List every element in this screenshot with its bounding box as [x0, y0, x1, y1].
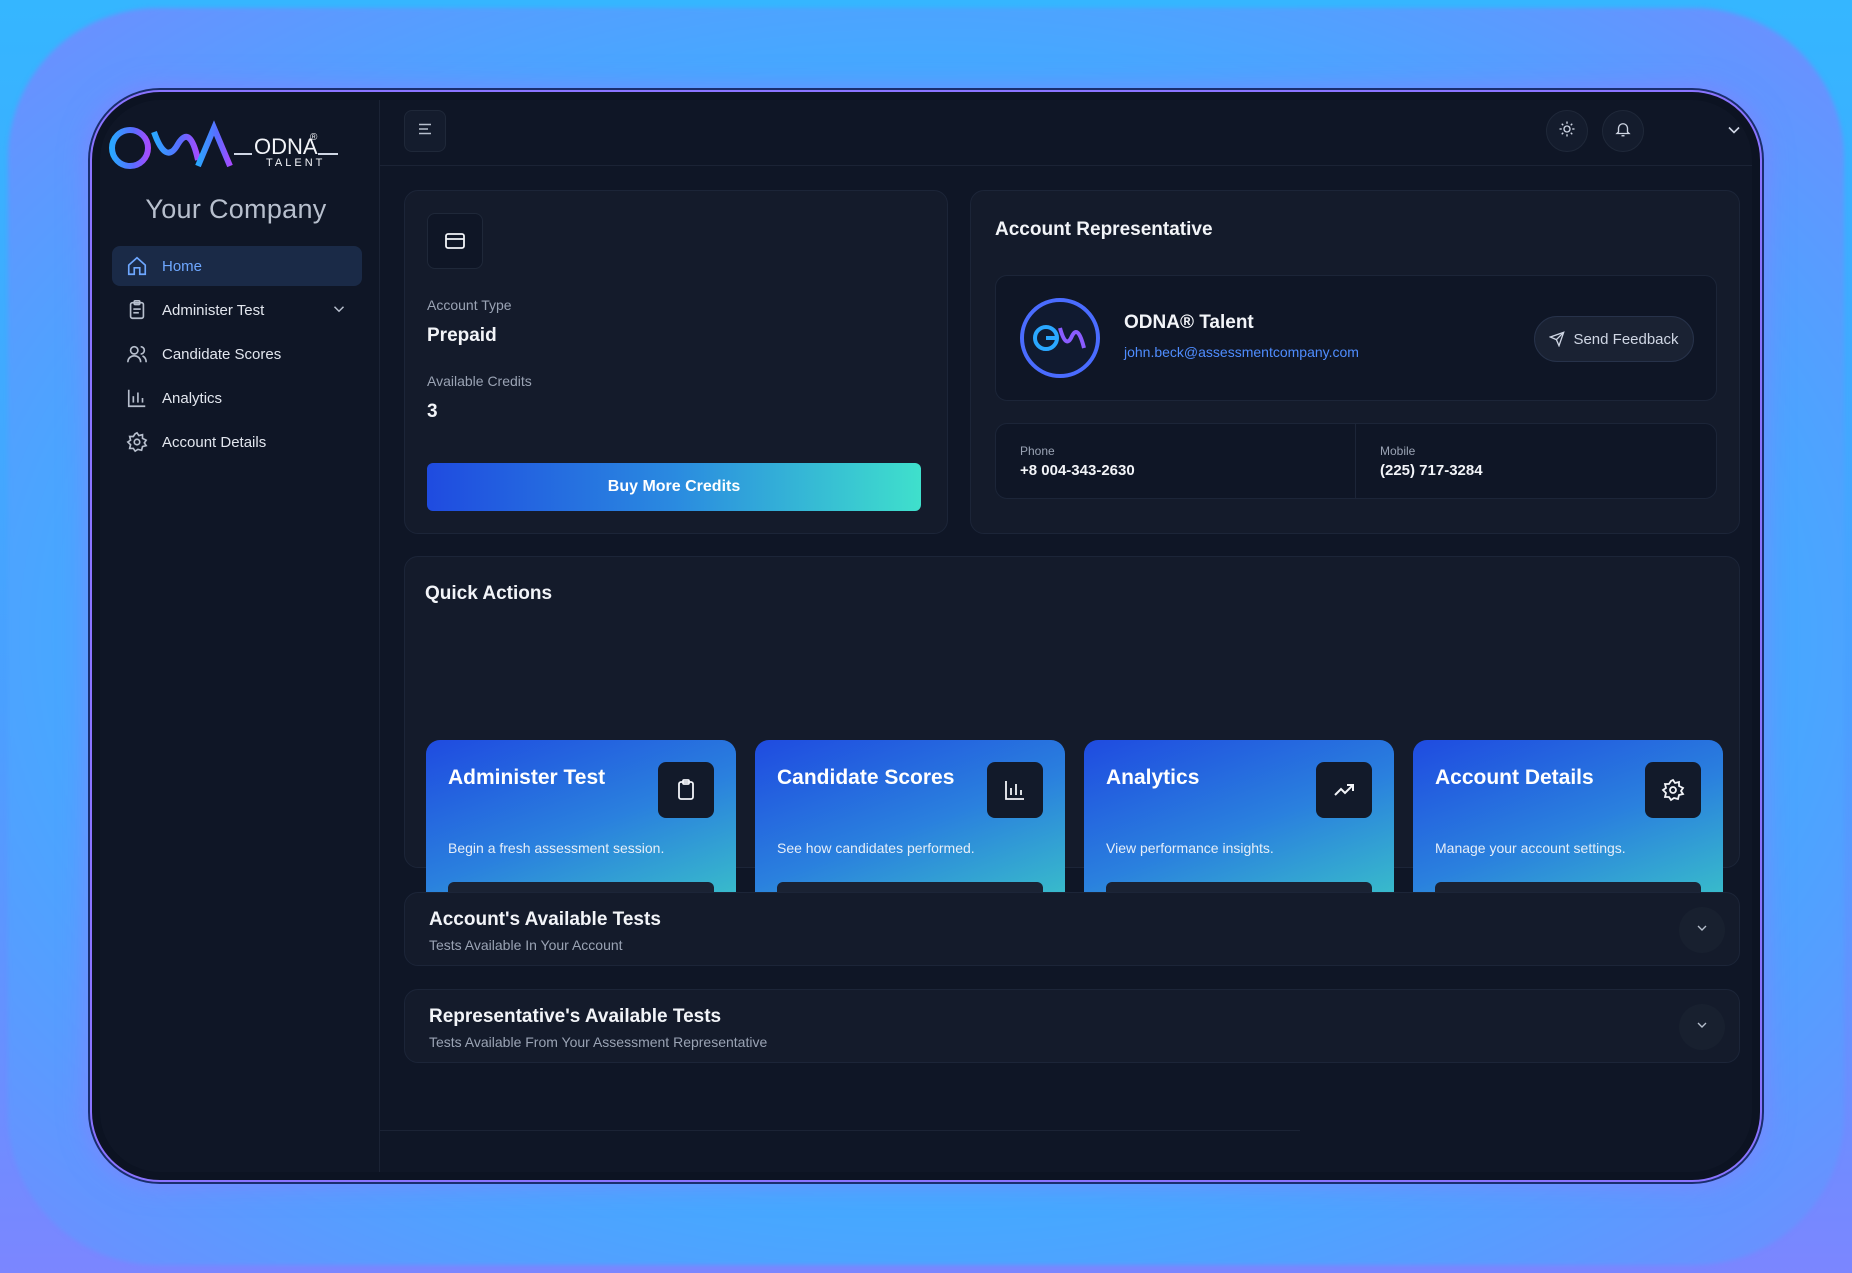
account-card: Account Type Prepaid Available Credits 3… — [404, 190, 948, 534]
svg-text:ODNA: ODNA — [254, 134, 318, 159]
sidebar-item-analytics[interactable]: Analytics — [112, 378, 362, 418]
credit-card-icon — [427, 213, 483, 269]
sidebar-item-label: Analytics — [162, 389, 223, 407]
accordion-subtitle: Tests Available In Your Account — [429, 937, 623, 953]
buy-credits-button[interactable]: Buy More Credits — [427, 463, 921, 511]
sidebar-item-home[interactable]: Home — [112, 246, 362, 286]
representative-profile: ODNA® Talent john.beck@assessmentcompany… — [995, 275, 1717, 401]
send-feedback-button[interactable]: Send Feedback — [1534, 316, 1694, 362]
app-screen: ODNA ® TALENT Your Company Home Administ… — [100, 100, 1752, 1172]
phone-label: Phone — [1020, 444, 1055, 458]
account-type-label: Account Type — [427, 297, 512, 313]
representative-email[interactable]: john.beck@assessmentcompany.com — [1124, 344, 1359, 360]
theme-toggle-button[interactable] — [1546, 110, 1588, 152]
representative-title: Account Representative — [995, 219, 1213, 240]
sidebar: ODNA ® TALENT Your Company Home Administ… — [100, 100, 380, 1172]
company-name: Your Company — [145, 194, 327, 224]
send-icon — [1549, 331, 1566, 347]
contact-info: Phone +8 004-343-2630 Mobile (225) 717-3… — [995, 423, 1717, 499]
accordion-toggle-button[interactable] — [1679, 1004, 1725, 1050]
chevron-down-icon[interactable] — [330, 300, 348, 318]
account-type-value: Prepaid — [427, 325, 497, 346]
quick-action-desc: Manage your account settings. — [1435, 840, 1626, 856]
home-icon — [126, 255, 148, 277]
gear-icon — [126, 431, 148, 453]
avatar — [1020, 298, 1100, 378]
quick-action-title: Analytics — [1106, 766, 1200, 789]
bar-chart-icon — [126, 387, 148, 409]
credits-label: Available Credits — [427, 373, 532, 389]
users-icon — [126, 343, 148, 365]
gear-icon — [1645, 762, 1701, 818]
send-feedback-label: Send Feedback — [1573, 330, 1679, 348]
sidebar-item-administer-test[interactable]: Administer Test — [112, 290, 362, 330]
quick-action-desc: View performance insights. — [1106, 840, 1274, 856]
sun-icon — [1558, 120, 1576, 143]
quick-actions-title: Quick Actions — [425, 583, 553, 604]
odna-logo[interactable]: ODNA ® TALENT — [106, 120, 378, 174]
phone-value: +8 004-343-2630 — [1020, 462, 1135, 479]
chevron-down-icon[interactable] — [1724, 120, 1744, 140]
sidebar-item-account-details[interactable]: Account Details — [112, 422, 362, 462]
representative-name: ODNA® Talent — [1124, 312, 1254, 333]
quick-action-title: Candidate Scores — [777, 766, 955, 789]
mobile-label: Mobile — [1380, 444, 1416, 458]
quick-action-title: Administer Test — [448, 766, 606, 789]
bar-chart-icon — [987, 762, 1043, 818]
accordion-toggle-button[interactable] — [1679, 907, 1725, 953]
notifications-button[interactable] — [1602, 110, 1644, 152]
svg-text:TALENT: TALENT — [266, 157, 325, 169]
menu-icon — [416, 120, 434, 143]
representative-card: Account Representative ODNA® Talent john… — [970, 190, 1740, 534]
sidebar-item-label: Home — [162, 257, 203, 275]
quick-action-title: Account Details — [1435, 766, 1594, 789]
chevron-down-icon — [1694, 1017, 1710, 1038]
phone-cell: Phone +8 004-343-2630 — [996, 424, 1356, 498]
accordion-subtitle: Tests Available From Your Assessment Rep… — [429, 1034, 768, 1050]
credits-value: 3 — [427, 401, 438, 422]
sidebar-item-label: Administer Test — [162, 301, 265, 319]
quick-action-desc: Begin a fresh assessment session. — [448, 840, 665, 856]
footer-divider — [380, 1130, 1300, 1131]
chevron-down-icon — [1694, 920, 1710, 941]
device-frame: ODNA ® TALENT Your Company Home Administ… — [90, 90, 1762, 1182]
sidebar-item-candidate-scores[interactable]: Candidate Scores — [112, 334, 362, 374]
quick-action-desc: See how candidates performed. — [777, 840, 975, 856]
svg-text:®: ® — [310, 132, 318, 143]
accordion-representative-tests[interactable]: Representative's Available Tests Tests A… — [404, 989, 1740, 1063]
accordion-title: Representative's Available Tests — [429, 1006, 722, 1027]
sidebar-item-label: Candidate Scores — [162, 345, 282, 363]
bell-icon — [1614, 120, 1632, 143]
sidebar-item-label: Account Details — [162, 433, 267, 451]
trending-up-icon — [1316, 762, 1372, 818]
sidebar-nav: Home Administer Test Candidate Scores An… — [112, 246, 362, 466]
accordion-account-tests[interactable]: Account's Available Tests Tests Availabl… — [404, 892, 1740, 966]
clipboard-icon — [658, 762, 714, 818]
menu-toggle-button[interactable] — [404, 110, 446, 152]
mobile-value: (225) 717-3284 — [1380, 462, 1483, 479]
accordion-title: Account's Available Tests — [429, 909, 661, 930]
topbar — [380, 100, 1752, 166]
clipboard-icon — [126, 299, 148, 321]
